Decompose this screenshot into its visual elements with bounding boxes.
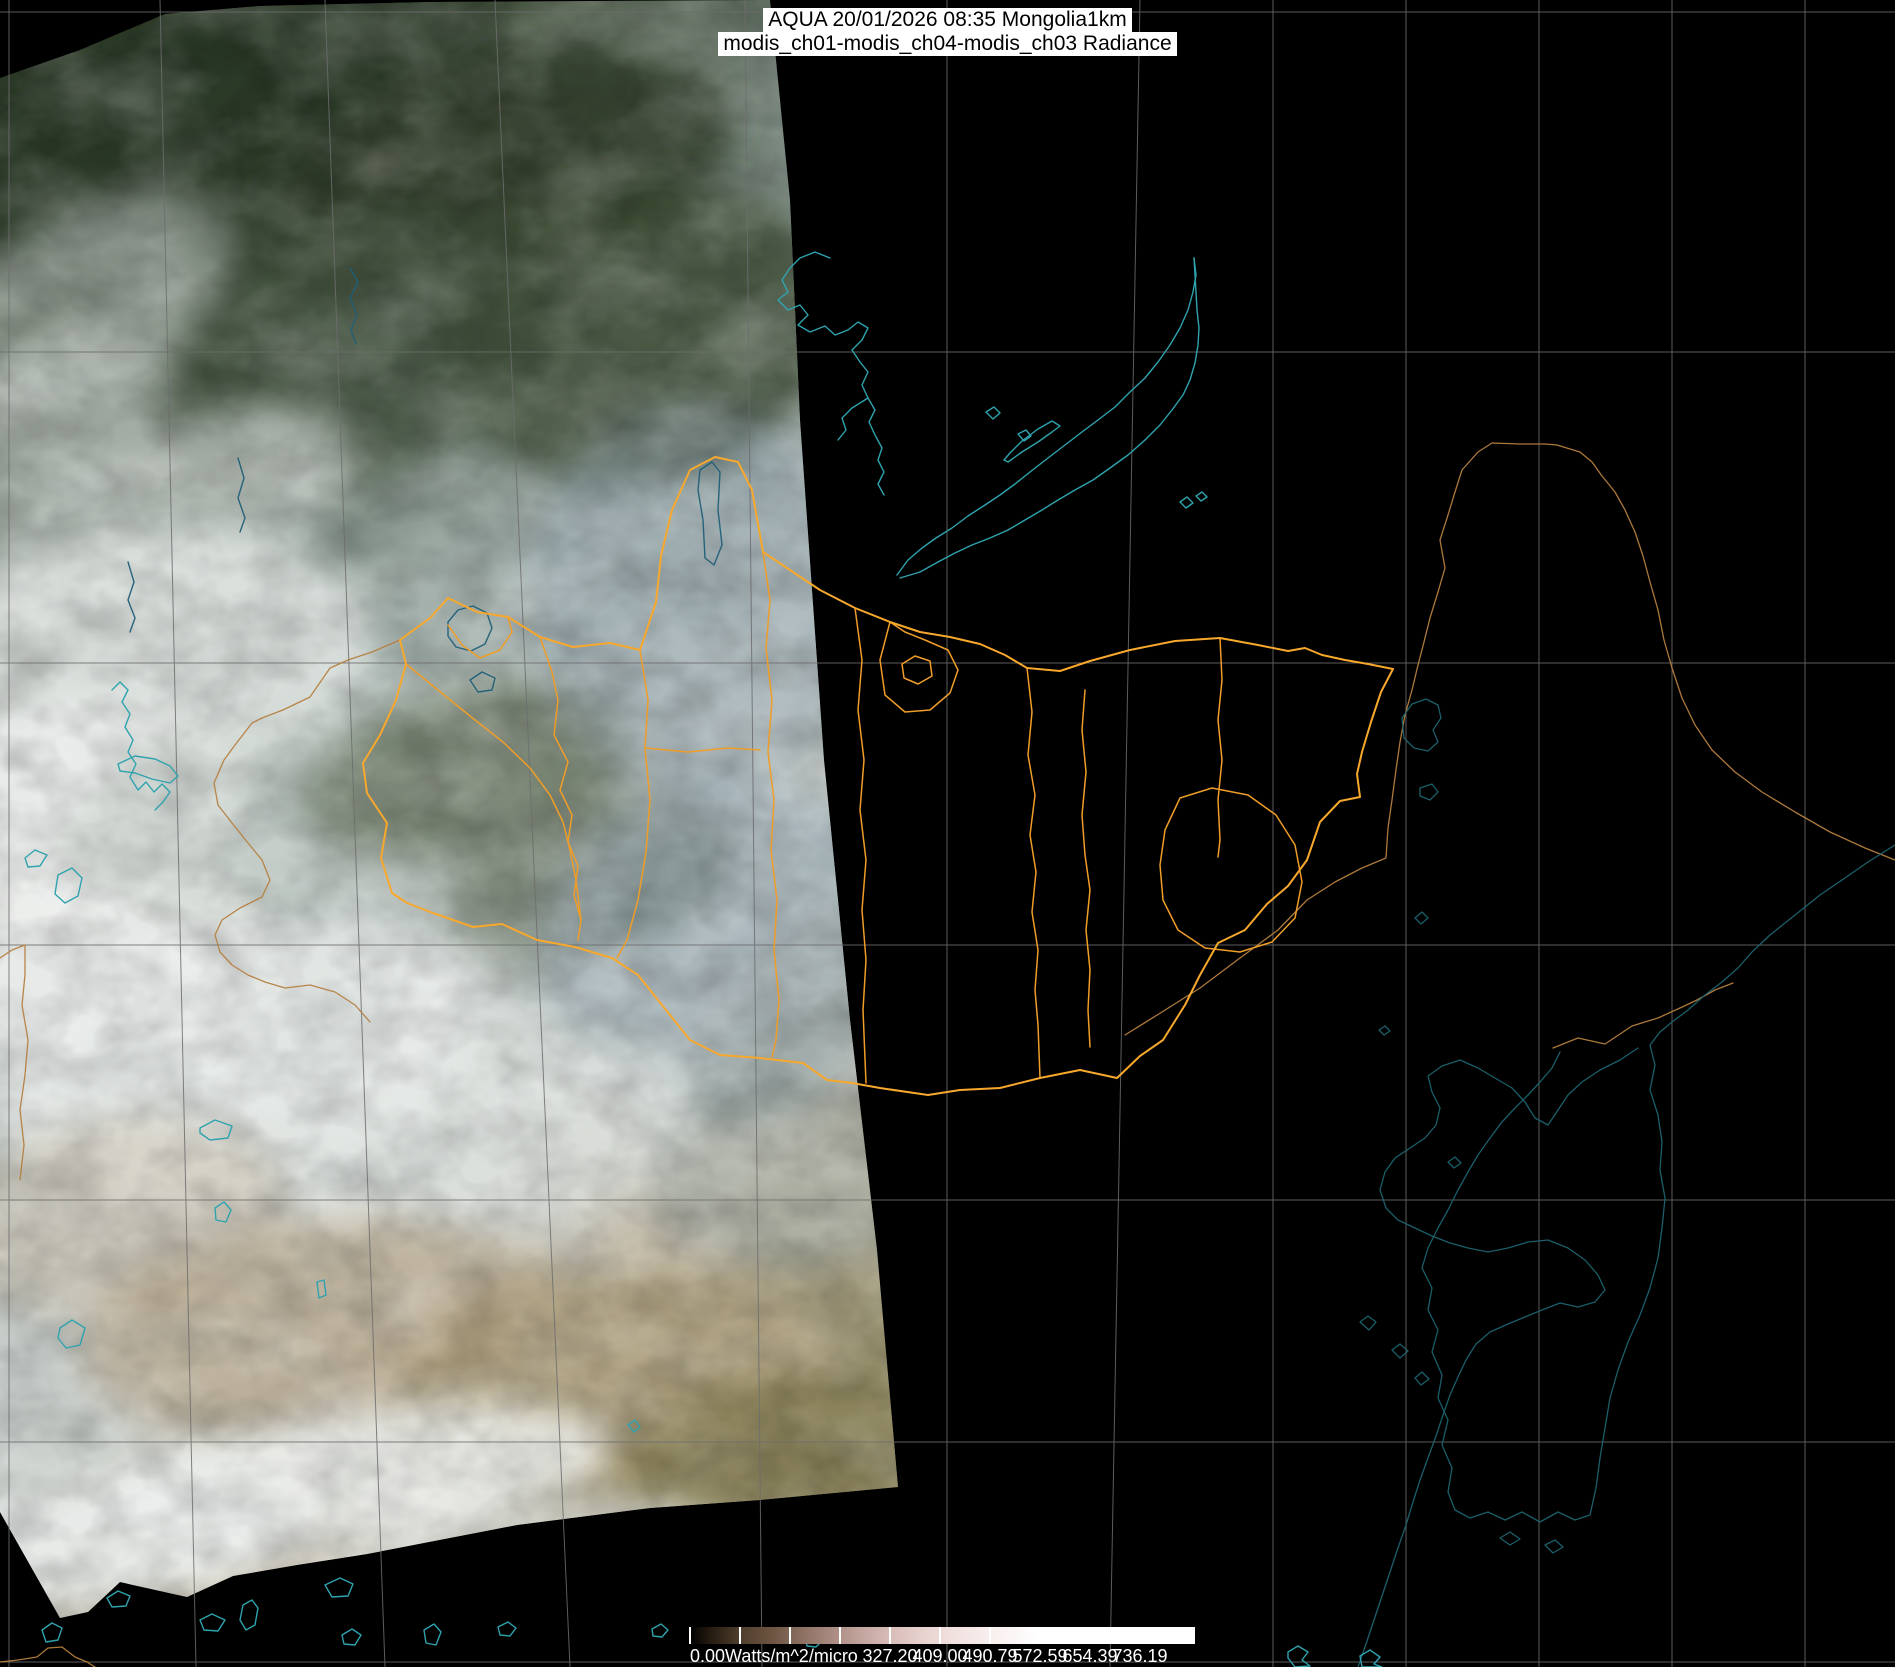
colorbar-tick (1139, 1627, 1141, 1644)
colorbar-tick (839, 1627, 841, 1644)
colorbar-tick-label: 654.39 (1062, 1646, 1117, 1667)
colorbar-gradient-bar (690, 1627, 1190, 1644)
satellite-viewer-screen: { "title": { "line1": "AQUA 20/01/2026 0… (0, 0, 1895, 1667)
colorbar-tick-label: 327.20 (862, 1646, 917, 1667)
colorbar-units-label: 0.00Watts/m^2/micro (690, 1646, 858, 1667)
colorbar-labels: 0.00Watts/m^2/micro 327.20409.00490.7957… (690, 1644, 1250, 1664)
colorbar-tick (1089, 1627, 1091, 1644)
image-title: AQUA 20/01/2026 08:35 Mongolia1km modis_… (0, 8, 1895, 56)
colorbar-tick (1039, 1627, 1041, 1644)
colorbar-tick (939, 1627, 941, 1644)
colorbar-tick (889, 1627, 891, 1644)
colorbar-tick-label: 572.59 (1012, 1646, 1067, 1667)
colorbar-tick (1189, 1627, 1195, 1644)
colorbar-tick-label: 490.79 (962, 1646, 1017, 1667)
title-line2: modis_ch01-modis_ch04-modis_ch03 Radianc… (718, 32, 1176, 56)
satellite-map-canvas (0, 0, 1895, 1667)
colorbar-tick-label: 736.19 (1112, 1646, 1167, 1667)
colorbar-tick (989, 1627, 991, 1644)
colorbar-tick (689, 1627, 691, 1644)
colorbar-tick (739, 1627, 741, 1644)
colorbar: 0.00Watts/m^2/micro 327.20409.00490.7957… (690, 1627, 1190, 1664)
colorbar-tick (789, 1627, 791, 1644)
title-line1: AQUA 20/01/2026 08:35 Mongolia1km (763, 8, 1131, 32)
colorbar-tick-label: 409.00 (912, 1646, 967, 1667)
